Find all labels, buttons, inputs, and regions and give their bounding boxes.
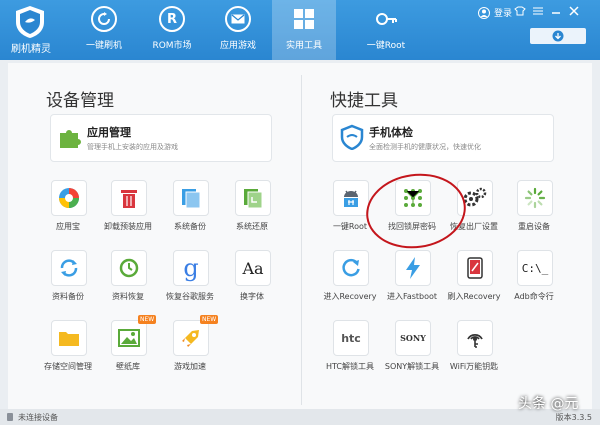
user-icon — [478, 6, 490, 19]
tile-system-restore[interactable]: 系统还原 — [222, 180, 282, 240]
quick-tools-title: 快捷工具 — [330, 91, 398, 111]
sony-logo-icon: SONY — [395, 320, 431, 356]
nav-one-click-flash[interactable]: 一键刷机 — [72, 6, 136, 51]
tile-enter-fastboot[interactable]: 进入Fastboot — [382, 250, 442, 310]
download-button[interactable] — [530, 28, 586, 44]
sync-icon — [51, 250, 87, 286]
tile-uninstall-preinstalled[interactable]: 卸载预装应用 — [98, 180, 158, 240]
rocket-icon — [173, 320, 209, 356]
tile-data-restore[interactable]: 资料恢复 — [98, 250, 158, 310]
trash-icon — [111, 180, 147, 216]
backup-icon — [173, 180, 209, 216]
picture-icon — [111, 320, 147, 356]
new-badge: NEW — [138, 315, 157, 324]
key-icon — [373, 6, 399, 32]
phone-status-icon — [7, 413, 13, 421]
phone-checkup-card[interactable]: 手机体检 全面检测手机的健康状况，快速优化 — [332, 114, 554, 162]
login-button[interactable]: 登录 — [478, 6, 512, 19]
panel-divider — [301, 75, 302, 405]
skin-icon[interactable] — [514, 6, 526, 19]
tile-game-boost[interactable]: NEW 游戏加速 — [160, 315, 220, 380]
app-management-card[interactable]: 应用管理 管理手机上安装的应用及游戏 — [50, 114, 272, 162]
puzzle-icon — [57, 124, 83, 150]
close-icon[interactable] — [568, 6, 580, 19]
font-icon: Aa — [235, 250, 271, 286]
connection-status: 未连接设备 — [18, 413, 58, 422]
nav-rom-market[interactable]: R ROM市场 — [140, 6, 204, 51]
restore-icon — [235, 180, 271, 216]
tile-system-backup[interactable]: 系统备份 — [160, 180, 220, 240]
restart-icon — [91, 6, 117, 32]
tile-change-font[interactable]: Aa 换字体 — [222, 250, 282, 310]
refresh-icon — [333, 250, 369, 286]
top-bar: 刷机精灵 一键刷机 R ROM市场 应用游戏 实用工具 一键Root 登录 — [0, 0, 600, 60]
app-store-icon — [51, 180, 87, 216]
google-icon: g — [173, 250, 209, 286]
tile-restore-google-services[interactable]: g 恢复谷歌服务 — [160, 250, 220, 310]
new-badge: NEW — [200, 315, 219, 324]
rom-icon: R — [159, 6, 185, 32]
device-management-title: 设备管理 — [46, 91, 114, 111]
nav-one-click-root[interactable]: 一键Root — [354, 6, 418, 51]
download-icon — [552, 30, 564, 42]
folder-icon — [51, 320, 87, 356]
android-icon — [333, 180, 369, 216]
tile-reboot-device[interactable]: 重启设备 — [504, 180, 564, 240]
tile-adb-command-line[interactable]: C:\_ Adb命令行 — [504, 250, 564, 310]
menu-icon[interactable] — [532, 6, 544, 19]
tile-wifi-master-key[interactable]: WiFi万能钥匙 — [444, 320, 504, 380]
watermark-text: 头条 @元 — [518, 396, 579, 412]
grid-icon — [291, 6, 317, 32]
lightning-icon — [395, 250, 431, 286]
status-bar: 未连接设备 版本3.3.5 — [0, 409, 600, 425]
shield-logo-icon — [12, 4, 48, 40]
terminal-icon: C:\_ — [517, 250, 553, 286]
mail-icon — [225, 6, 251, 32]
shield-check-icon — [339, 124, 365, 151]
loading-icon — [517, 180, 553, 216]
minimize-icon[interactable] — [550, 6, 562, 19]
tile-htc-unlock-tool[interactable]: htc HTC解锁工具 — [320, 320, 380, 380]
app-title: 刷机精灵 — [11, 44, 51, 55]
htc-logo-icon: htc — [333, 320, 369, 356]
tile-wallpaper-library[interactable]: NEW 壁纸库 — [98, 315, 158, 380]
nav-utility-tools[interactable]: 实用工具 — [272, 0, 336, 60]
tile-enter-recovery[interactable]: 进入Recovery — [320, 250, 380, 310]
wifi-key-icon — [457, 320, 493, 356]
clock-restore-icon — [111, 250, 147, 286]
version-label: 版本3.3.5 — [555, 413, 592, 422]
phone-icon — [457, 250, 493, 286]
tile-sony-unlock-tool[interactable]: SONY SONY解锁工具 — [382, 320, 442, 380]
nav-apps-games[interactable]: 应用游戏 — [206, 6, 270, 51]
